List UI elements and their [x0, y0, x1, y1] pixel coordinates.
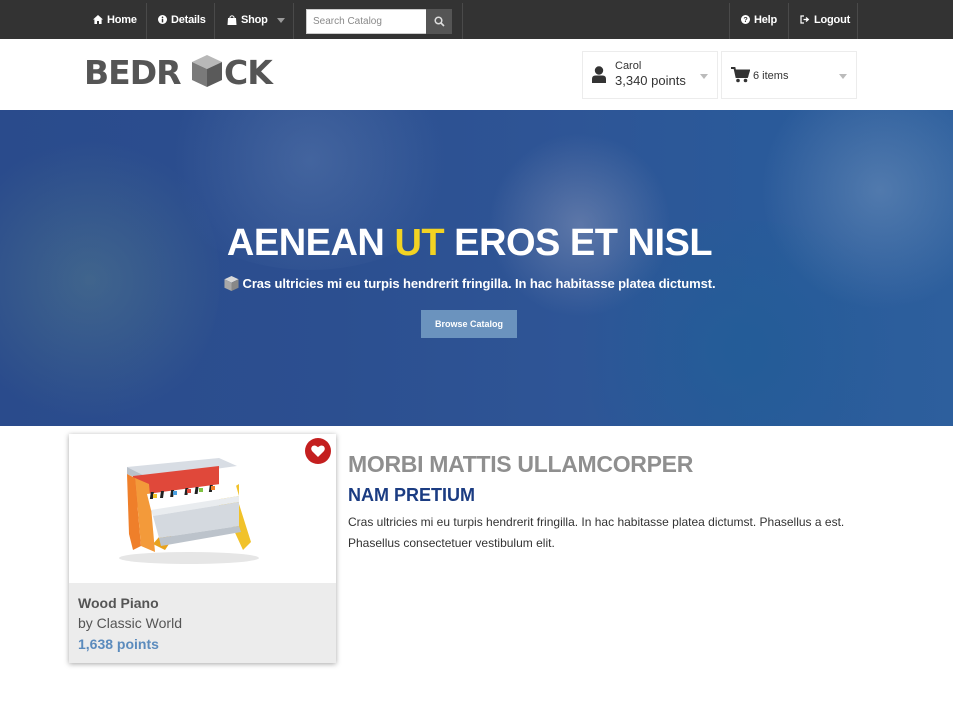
info-icon: [158, 15, 167, 24]
nav-divider: [146, 3, 147, 39]
product-brand: by Classic World: [78, 615, 182, 631]
section-body-text: Cras ultricies mi eu turpis hendrerit fr…: [348, 515, 845, 550]
user-icon: [592, 66, 606, 83]
chevron-down-icon: [839, 74, 847, 79]
nav-help-label: Help: [754, 13, 778, 26]
favorite-button[interactable]: [305, 438, 331, 464]
nav-home-label: Home: [107, 13, 137, 26]
cart-icon: [731, 67, 750, 83]
nav-divider: [788, 3, 789, 39]
user-points-balance: 3,340 points: [615, 73, 686, 88]
section-subtitle: NAM PRETIUM: [348, 485, 475, 505]
wood-piano-image: [119, 458, 259, 564]
nav-home-link[interactable]: Home: [93, 0, 137, 39]
search-field[interactable]: [306, 9, 426, 34]
bedrock-logo[interactable]: BEDR CK: [84, 53, 274, 89]
hero-banner: AENEAN UT EROS ET NISL Cras ultricies mi…: [0, 110, 953, 426]
search-input[interactable]: [313, 16, 426, 27]
site-header: BEDR CK Carol 3,340 points 6 items: [0, 39, 953, 110]
top-navigation-bar: Home Details Shop ? Help Logout: [0, 0, 953, 39]
product-info: Wood Piano by Classic World 1,638 points: [69, 583, 336, 663]
section-title: MORBI MATTIS ULLAMCORPER: [348, 451, 694, 477]
nav-details-link[interactable]: Details: [158, 0, 206, 39]
hero-subtitle: Cras ultricies mi eu turpis hendrerit fr…: [0, 276, 939, 291]
hero-title: AENEAN UT EROS ET NISL: [226, 222, 713, 264]
home-icon: [93, 15, 103, 24]
nav-divider: [857, 3, 858, 39]
svg-text:CK: CK: [224, 53, 274, 89]
product-image[interactable]: [69, 434, 336, 583]
nav-divider: [214, 3, 215, 39]
svg-text:?: ?: [743, 15, 747, 24]
browse-catalog-button[interactable]: Browse Catalog: [421, 310, 517, 338]
search-icon: [433, 16, 445, 27]
hero-title-highlight: UT: [394, 222, 445, 264]
user-account-dropdown[interactable]: Carol 3,340 points: [582, 51, 718, 99]
cube-icon: [224, 276, 239, 291]
nav-logout-label: Logout: [814, 13, 851, 26]
svg-text:BEDR: BEDR: [84, 53, 181, 89]
product-points: 1,638 points: [78, 636, 159, 652]
heart-icon: [311, 445, 325, 457]
logout-icon: [800, 15, 810, 24]
product-card[interactable]: Wood Piano by Classic World 1,638 points: [69, 434, 336, 663]
help-icon: ?: [741, 15, 750, 24]
nav-divider: [729, 3, 730, 39]
nav-divider: [462, 3, 463, 39]
nav-logout-link[interactable]: Logout: [800, 0, 850, 39]
nav-shop-dropdown[interactable]: Shop: [227, 0, 285, 39]
cart-item-count: 6 items: [753, 70, 789, 82]
user-name: Carol: [615, 60, 642, 72]
chevron-down-icon: [276, 17, 285, 23]
cart-dropdown[interactable]: 6 items: [721, 51, 857, 99]
nav-help-link[interactable]: ? Help: [741, 0, 777, 39]
chevron-down-icon: [700, 74, 708, 79]
search-button[interactable]: [426, 9, 452, 34]
hero-subtitle-text: Cras ultricies mi eu turpis hendrerit fr…: [242, 276, 716, 291]
shopping-bag-icon: [227, 14, 237, 25]
nav-shop-label: Shop: [241, 13, 268, 26]
nav-divider: [293, 3, 294, 39]
nav-details-label: Details: [171, 13, 206, 26]
product-name[interactable]: Wood Piano: [78, 595, 159, 611]
